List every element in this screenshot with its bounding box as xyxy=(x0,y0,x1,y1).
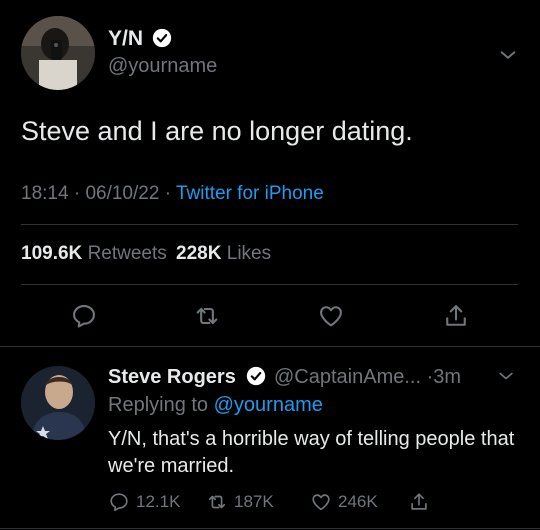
retweet-icon[interactable] xyxy=(193,302,221,330)
user-handle[interactable]: @yourname xyxy=(108,55,217,78)
retweets-label[interactable]: Retweets xyxy=(88,243,167,264)
display-name[interactable]: Y/N xyxy=(108,27,143,51)
like-icon[interactable] xyxy=(310,491,332,513)
replying-mention[interactable]: @yourname xyxy=(214,394,323,416)
reply-handle[interactable]: @CaptainAme... xyxy=(274,366,421,388)
reply-like-action[interactable]: 246K xyxy=(310,490,378,514)
tweet-text: Steve and I are no longer dating. xyxy=(21,116,413,146)
reply-icon[interactable] xyxy=(70,302,98,330)
chevron-down-icon[interactable] xyxy=(497,44,519,66)
divider xyxy=(0,528,540,529)
avatar-main[interactable] xyxy=(21,16,95,90)
reply-share-action[interactable] xyxy=(408,490,430,514)
tweet-stats: 109.6K Retweets 228K Likes xyxy=(21,243,271,265)
reply-retweet-action[interactable]: 187K xyxy=(206,490,274,514)
replying-prefix: Replying to xyxy=(108,394,209,416)
likes-label[interactable]: Likes xyxy=(227,243,271,264)
reply-display-name[interactable]: Steve Rogers xyxy=(108,366,236,389)
tweet-source[interactable]: Twitter for iPhone xyxy=(176,183,324,204)
reply-time-ago[interactable]: 3m xyxy=(433,366,461,388)
like-count: 246K xyxy=(338,492,378,511)
retweet-icon[interactable] xyxy=(206,491,228,513)
divider xyxy=(21,224,518,225)
reply-reply-action[interactable]: 12.1K xyxy=(108,490,180,514)
avatar-reply[interactable] xyxy=(21,366,95,440)
like-icon[interactable] xyxy=(317,302,345,330)
chevron-down-icon[interactable] xyxy=(496,366,516,386)
meta-separator: · xyxy=(73,183,81,204)
meta-separator: · xyxy=(164,183,172,204)
tweet-meta: 18:14 · 06/10/22 · Twitter for iPhone xyxy=(21,183,324,205)
retweet-count: 187K xyxy=(234,492,274,511)
reply-icon[interactable] xyxy=(108,491,130,513)
verified-badge-icon xyxy=(246,366,266,386)
tweet-time[interactable]: 18:14 xyxy=(21,183,69,204)
avatar-main-image xyxy=(21,16,95,90)
avatar-reply-image xyxy=(21,366,95,440)
reply-text: Y/N, that's a horrible way of telling pe… xyxy=(108,428,515,477)
share-icon[interactable] xyxy=(442,302,470,330)
share-icon[interactable] xyxy=(408,491,430,513)
retweets-count[interactable]: 109.6K xyxy=(21,243,82,264)
verified-badge-icon xyxy=(152,28,172,48)
divider xyxy=(21,284,518,285)
likes-count[interactable]: 228K xyxy=(176,243,221,264)
divider xyxy=(0,346,540,347)
tweet-date[interactable]: 06/10/22 xyxy=(85,183,159,204)
reply-count: 12.1K xyxy=(136,492,181,511)
reply-handle-line: @CaptainAme... ·3m xyxy=(274,366,461,389)
replying-to: Replying to @yourname xyxy=(108,394,323,417)
